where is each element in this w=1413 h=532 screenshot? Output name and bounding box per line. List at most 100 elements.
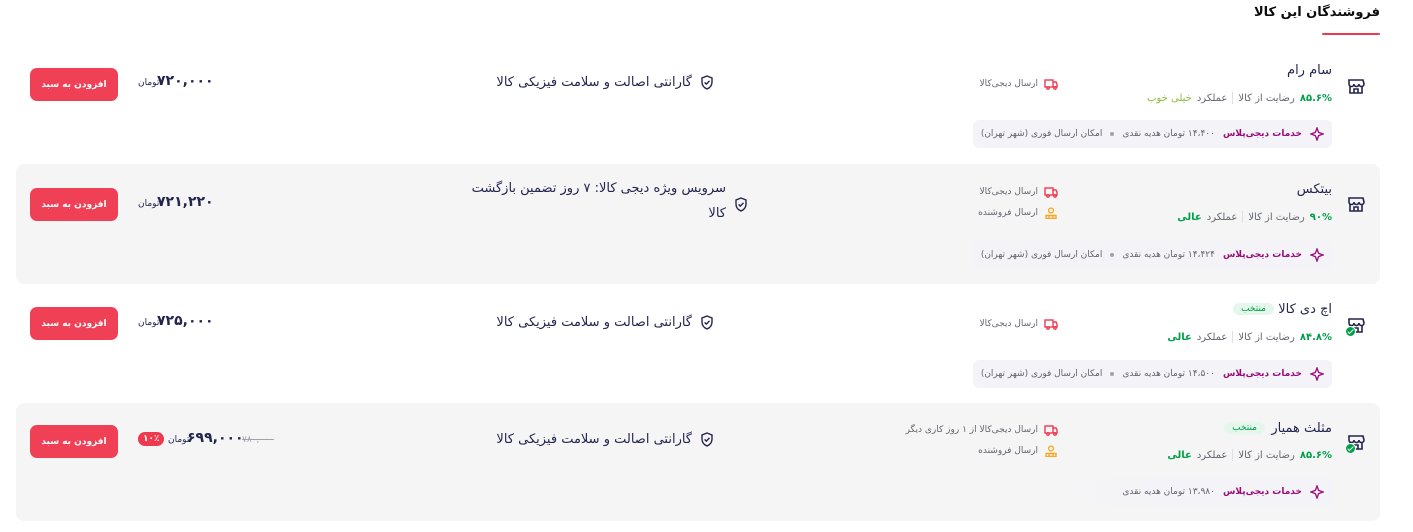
- seller-name[interactable]: بیتکس: [1297, 182, 1332, 197]
- satisfaction-label: رضایت از کالا: [1248, 211, 1305, 223]
- fast-shipping-text: امکان ارسال فوری (شهر تهران): [980, 369, 1103, 379]
- shield-icon: [701, 75, 713, 90]
- shipping-label: ارسال دیجی‌کالا: [979, 187, 1038, 197]
- plus-label: خدمات دیجی‌پلاس: [1222, 250, 1302, 260]
- shield-icon: [701, 432, 713, 447]
- shield-icon: [735, 197, 747, 212]
- currency-label: تومان: [138, 199, 160, 209]
- divider: [1232, 331, 1234, 343]
- fast-shipping-text: امکان ارسال فوری (شهر تهران): [980, 129, 1103, 139]
- fast-shipping-text: امکان ارسال فوری (شهر تهران): [980, 250, 1103, 260]
- performance-label: عملکرد: [1196, 331, 1228, 343]
- performance-value: عالی: [1167, 331, 1192, 343]
- shipping-label: ارسال دیجی‌کالا: [979, 319, 1038, 329]
- performance-value: خیلی خوب: [1147, 92, 1192, 104]
- plus-icon: [1310, 485, 1324, 499]
- verified-check-icon: [1345, 326, 1356, 337]
- satisfaction-value: ۸۴.۸%: [1299, 331, 1332, 343]
- verified-check-icon: [1345, 443, 1356, 454]
- seller-row: بیتکس ۹۰% رضایت از کالا عملکرد عالی ارسا…: [16, 164, 1380, 284]
- seller-metrics: ۹۰% رضایت از کالا عملکرد عالی: [1177, 211, 1332, 223]
- satisfaction-label: رضایت از کالا: [1238, 331, 1295, 343]
- plus-icon: [1310, 367, 1324, 381]
- plus-icon: [1310, 248, 1324, 262]
- plus-services: خدمات دیجی‌پلاس ۱۳،۹۸۰ تومان هدیه نقدی: [1062, 478, 1332, 506]
- performance-value: عالی: [1167, 449, 1192, 461]
- shield-icon: [701, 315, 713, 330]
- warranty-text: گارانتی اصالت و سلامت فیزیکی کالا: [496, 315, 692, 330]
- seller-name[interactable]: سام رام: [1287, 63, 1332, 78]
- plus-services: خدمات دیجی‌پلاس ۱۴،۴۰۰ تومان هدیه نقدی ا…: [972, 120, 1332, 148]
- performance-label: عملکرد: [1206, 211, 1238, 223]
- seller-shipping-icon: [1045, 207, 1057, 219]
- shipping-seller: ارسال فروشنده: [978, 207, 1058, 219]
- shipping-digikala: ارسال دیجی‌کالا از ۱ روز کاری دیگر: [906, 424, 1058, 436]
- warranty: گارانتی اصالت و سلامت فیزیکی کالا: [496, 75, 714, 90]
- performance-label: عملکرد: [1196, 92, 1228, 104]
- currency-label: تومان: [138, 318, 160, 328]
- truck-icon: [1044, 79, 1058, 90]
- performance-label: عملکرد: [1196, 449, 1228, 461]
- shipping-label: ارسال فروشنده: [978, 208, 1038, 218]
- selected-badge: منتخب: [1233, 303, 1274, 315]
- plus-label: خدمات دیجی‌پلاس: [1222, 369, 1302, 379]
- add-to-cart-button[interactable]: افزودن به سبد: [30, 188, 118, 221]
- dot-separator: [1110, 132, 1115, 136]
- plus-services: خدمات دیجی‌پلاس ۱۴،۴۲۴ تومان هدیه نقدی ا…: [972, 241, 1332, 269]
- satisfaction-label: رضایت از کالا: [1238, 92, 1295, 104]
- seller-name[interactable]: اچ دی کالا: [1278, 302, 1332, 317]
- add-to-cart-button[interactable]: افزودن به سبد: [30, 307, 118, 340]
- truck-icon: [1044, 425, 1058, 436]
- satisfaction-value: ۹۰%: [1309, 211, 1332, 223]
- currency-label: تومان: [138, 78, 160, 88]
- shipping-digikala: ارسال دیجی‌کالا: [979, 186, 1058, 198]
- shipping-seller: ارسال فروشنده: [978, 445, 1058, 457]
- gift-text: ۱۴،۴۲۴ تومان هدیه نقدی: [1122, 250, 1215, 260]
- price: ۶۹۹,۰۰۰: [187, 430, 244, 446]
- currency-label: تومان: [168, 435, 190, 445]
- satisfaction-label: رضایت از کالا: [1238, 449, 1295, 461]
- price: ۷۲۱,۲۲۰: [157, 194, 214, 210]
- shop-icon: [1348, 79, 1365, 94]
- divider: [1232, 449, 1234, 461]
- selected-badge: منتخب: [1224, 422, 1265, 434]
- seller-metrics: ۸۵.۶% رضایت از کالا عملکرد خیلی خوب: [1147, 92, 1332, 104]
- warranty-text: گارانتی اصالت و سلامت فیزیکی کالا: [496, 432, 692, 447]
- seller-row: اچ دی کالا منتخب ۸۴.۸% رضایت از کالا عمل…: [16, 290, 1380, 396]
- seller-name[interactable]: مثلث همیار: [1271, 421, 1332, 436]
- seller-row: سام رام ۸۵.۶% رضایت از کالا عملکرد خیلی …: [16, 45, 1380, 157]
- shipping-label: ارسال دیجی‌کالا: [979, 79, 1038, 89]
- title-underline: [1322, 33, 1380, 35]
- plus-icon: [1310, 127, 1324, 141]
- shop-icon: [1348, 197, 1365, 212]
- shipping-digikala: ارسال دیجی‌کالا: [979, 78, 1058, 90]
- add-to-cart-button[interactable]: افزودن به سبد: [30, 68, 118, 101]
- performance-value: عالی: [1177, 211, 1202, 223]
- seller-shipping-icon: [1045, 445, 1057, 457]
- divider: [1242, 211, 1244, 223]
- dot-separator: [1110, 372, 1115, 376]
- price: ۷۲۵,۰۰۰: [157, 313, 214, 329]
- plus-services: خدمات دیجی‌پلاس ۱۴،۵۰۰ تومان هدیه نقدی ا…: [972, 360, 1332, 388]
- shipping-label: ارسال فروشنده: [978, 446, 1038, 456]
- satisfaction-value: ۸۵.۶%: [1299, 92, 1332, 104]
- seller-metrics: ۸۴.۸% رضایت از کالا عملکرد عالی: [1167, 331, 1332, 343]
- old-price: ۷۸۰,۰۰۰: [242, 435, 274, 445]
- truck-icon: [1044, 319, 1058, 330]
- plus-label: خدمات دیجی‌پلاس: [1222, 129, 1302, 139]
- shipping-label: ارسال دیجی‌کالا از ۱ روز کاری دیگر: [905, 425, 1038, 435]
- dot-separator: [1110, 253, 1115, 257]
- add-to-cart-button[interactable]: افزودن به سبد: [30, 425, 118, 458]
- seller-row: مثلث همیار منتخب ۸۵.۶% رضایت از کالا عمل…: [16, 403, 1380, 521]
- price: ۷۲۰,۰۰۰: [157, 73, 214, 89]
- gift-text: ۱۴،۵۰۰ تومان هدیه نقدی: [1122, 369, 1215, 379]
- seller-metrics: ۸۵.۶% رضایت از کالا عملکرد عالی: [1167, 449, 1332, 461]
- warranty-text: گارانتی اصالت و سلامت فیزیکی کالا: [496, 75, 692, 90]
- shipping-digikala: ارسال دیجی‌کالا: [979, 318, 1058, 330]
- satisfaction-value: ۸۵.۶%: [1299, 449, 1332, 461]
- discount-badge: ۱۰٪: [138, 432, 165, 446]
- gift-text: ۱۳،۹۸۰ تومان هدیه نقدی: [1122, 487, 1215, 497]
- warranty: گارانتی اصالت و سلامت فیزیکی کالا: [496, 315, 714, 330]
- plus-label: خدمات دیجی‌پلاس: [1222, 487, 1302, 497]
- page-title: فروشندگان این کالا: [1253, 5, 1380, 20]
